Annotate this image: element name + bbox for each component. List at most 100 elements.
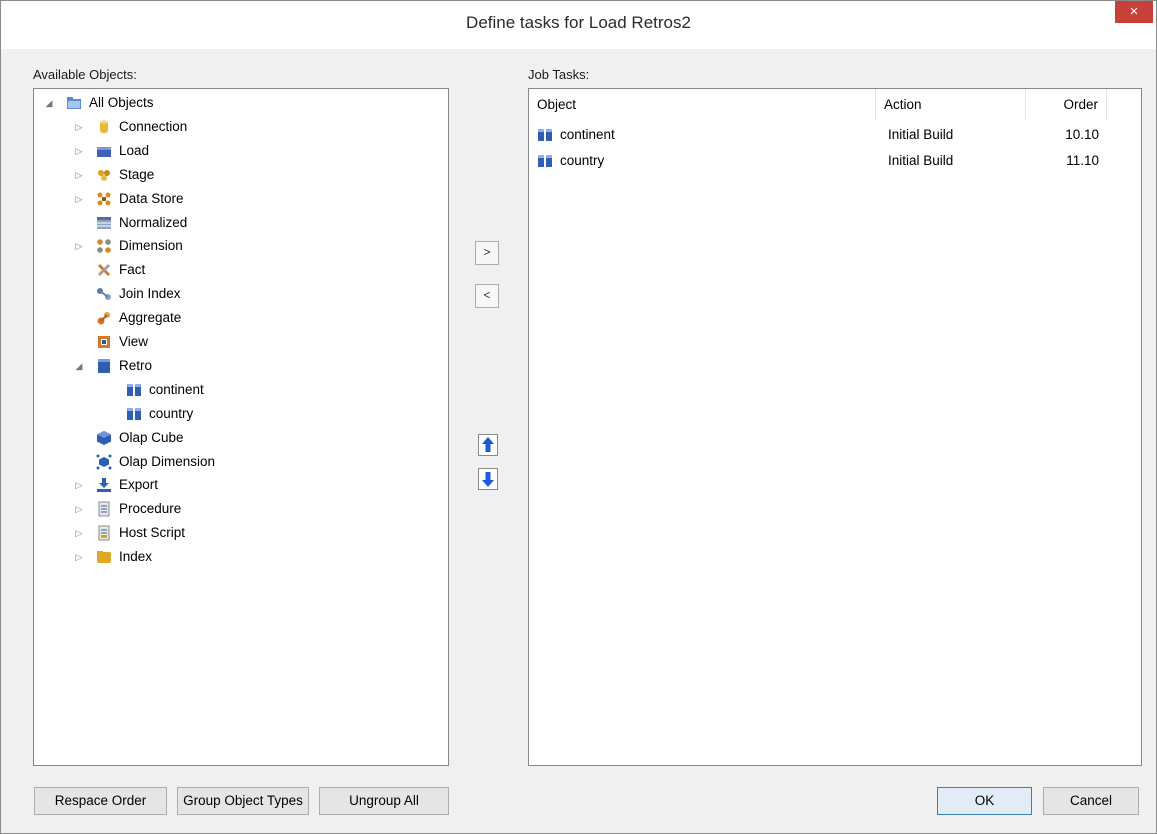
export-icon [96, 477, 112, 493]
collapsed-triangle-icon[interactable]: ▷ [74, 140, 84, 162]
collapsed-triangle-icon[interactable]: ▷ [74, 498, 84, 520]
task-action: Initial Build [888, 127, 954, 142]
collapsed-triangle-icon[interactable]: ▷ [74, 474, 84, 496]
connection-icon [96, 119, 112, 135]
task-object: country [560, 153, 605, 168]
task-object: continent [560, 127, 615, 142]
ok-button[interactable]: OK [937, 787, 1032, 815]
task-row[interactable]: country Initial Build 11.10 [529, 149, 1107, 173]
close-button[interactable]: × [1115, 1, 1153, 23]
tree-item-procedure[interactable]: ▷ Procedure [34, 498, 446, 520]
tree-item-label: Index [119, 549, 153, 565]
available-objects-label: Available Objects: [33, 67, 137, 82]
tree-item-export[interactable]: ▷ Export [34, 474, 446, 496]
tree-item-stage[interactable]: ▷ Stage [34, 164, 446, 186]
tree-item-label: Retro [119, 357, 153, 373]
collapsed-triangle-icon[interactable]: ▷ [74, 546, 84, 568]
tree-item-label: View [119, 334, 149, 349]
tree-item-continent[interactable]: continent [34, 379, 446, 401]
collapsed-triangle-icon[interactable]: ▷ [74, 188, 84, 210]
expanded-triangle-icon[interactable]: ◢ [44, 92, 54, 114]
move-up-button[interactable] [478, 434, 498, 456]
group-object-types-button[interactable]: Group Object Types [177, 787, 309, 815]
tree-item-all-objects[interactable]: ◢ All Objects [34, 92, 446, 114]
tree-item-label: Aggregate [119, 310, 182, 326]
tree-item-label: Dimension [119, 238, 183, 254]
tree-item-label: Olap Dimension [119, 453, 216, 469]
retro-table-icon [537, 153, 553, 169]
arrow-down-icon [482, 472, 494, 487]
respace-order-button[interactable]: Respace Order [34, 787, 167, 815]
expanded-triangle-icon[interactable]: ◢ [74, 355, 84, 377]
retro-table-icon [126, 382, 142, 398]
tree-item-aggregate[interactable]: Aggregate [34, 307, 446, 329]
data-store-icon [96, 191, 112, 207]
cancel-button[interactable]: Cancel [1043, 787, 1139, 815]
tree-item-data-store[interactable]: ▷ Data Store [34, 188, 446, 210]
collapsed-triangle-icon[interactable]: ▷ [74, 522, 84, 544]
dimension-icon [96, 238, 112, 254]
tree-item-country[interactable]: country [34, 403, 446, 425]
column-header-object[interactable]: Object [529, 89, 876, 121]
retro-table-icon [537, 127, 553, 143]
retro-table-icon [126, 406, 142, 422]
view-icon [96, 334, 112, 350]
stage-table-icon [96, 167, 112, 183]
olap-dimension-icon [96, 454, 112, 470]
tree-item-label: All Objects [89, 95, 154, 110]
tree-item-fact[interactable]: Fact [34, 259, 446, 281]
tree-item-load[interactable]: ▷ Load [34, 140, 446, 162]
fact-table-icon [96, 262, 112, 278]
olap-cube-icon [96, 430, 112, 446]
ungroup-all-button[interactable]: Ungroup All [319, 787, 449, 815]
tree-item-label: Procedure [119, 501, 182, 517]
tree-item-olap-dimension[interactable]: Olap Dimension [34, 451, 446, 473]
procedure-icon [96, 501, 112, 517]
task-order: 11.10 [1066, 153, 1099, 168]
job-tasks-label: Job Tasks: [528, 67, 590, 82]
tree-item-label: Connection [119, 118, 188, 134]
retro-icon [96, 358, 112, 374]
task-row[interactable]: continent Initial Build 10.10 [529, 123, 1107, 147]
tree-item-olap-cube[interactable]: Olap Cube [34, 427, 446, 449]
collapsed-triangle-icon[interactable]: ▷ [74, 235, 84, 257]
tree-item-label: continent [149, 381, 204, 397]
move-down-button[interactable] [478, 468, 498, 490]
remove-task-button[interactable]: < [475, 284, 499, 308]
title-bar: Define tasks for Load Retros2 × [1, 1, 1156, 49]
tree-item-index[interactable]: ▷ Index [34, 546, 446, 568]
tree-item-retro[interactable]: ◢ Retro [34, 355, 446, 377]
load-table-icon [96, 143, 112, 159]
tree-item-view[interactable]: View [34, 331, 446, 353]
aggregate-icon [96, 310, 112, 326]
tree-item-label: Fact [119, 262, 146, 278]
tree-item-label: Olap Cube [119, 429, 184, 445]
collapsed-triangle-icon[interactable]: ▷ [74, 164, 84, 186]
tree-item-label: country [149, 405, 194, 421]
add-task-button[interactable]: > [475, 241, 499, 265]
tree-item-join-index[interactable]: Join Index [34, 283, 446, 305]
job-tasks-list[interactable]: Object Action Order continent Initial Bui… [528, 88, 1142, 766]
host-script-icon [96, 525, 112, 541]
tree-item-label: Normalized [119, 214, 188, 230]
normalized-table-icon [96, 215, 112, 231]
arrow-up-icon [482, 437, 494, 452]
tree-item-dimension[interactable]: ▷ Dimension [34, 235, 446, 257]
index-icon [96, 549, 112, 565]
available-objects-tree[interactable]: ◢ All Objects ▷ Connection ▷ Load ▷ Stage ▷ Data … [33, 88, 449, 766]
column-header-action[interactable]: Action [876, 89, 1026, 121]
tree-item-connection[interactable]: ▷ Connection [34, 116, 446, 138]
tree-item-normalized[interactable]: Normalized [34, 212, 446, 234]
tree-item-label: Load [119, 142, 150, 158]
column-header-order[interactable]: Order [1026, 89, 1107, 121]
window-title: Define tasks for Load Retros2 [466, 13, 691, 32]
folder-icon [66, 95, 82, 111]
tree-item-host-script[interactable]: ▷ Host Script [34, 522, 446, 544]
collapsed-triangle-icon[interactable]: ▷ [74, 116, 84, 138]
